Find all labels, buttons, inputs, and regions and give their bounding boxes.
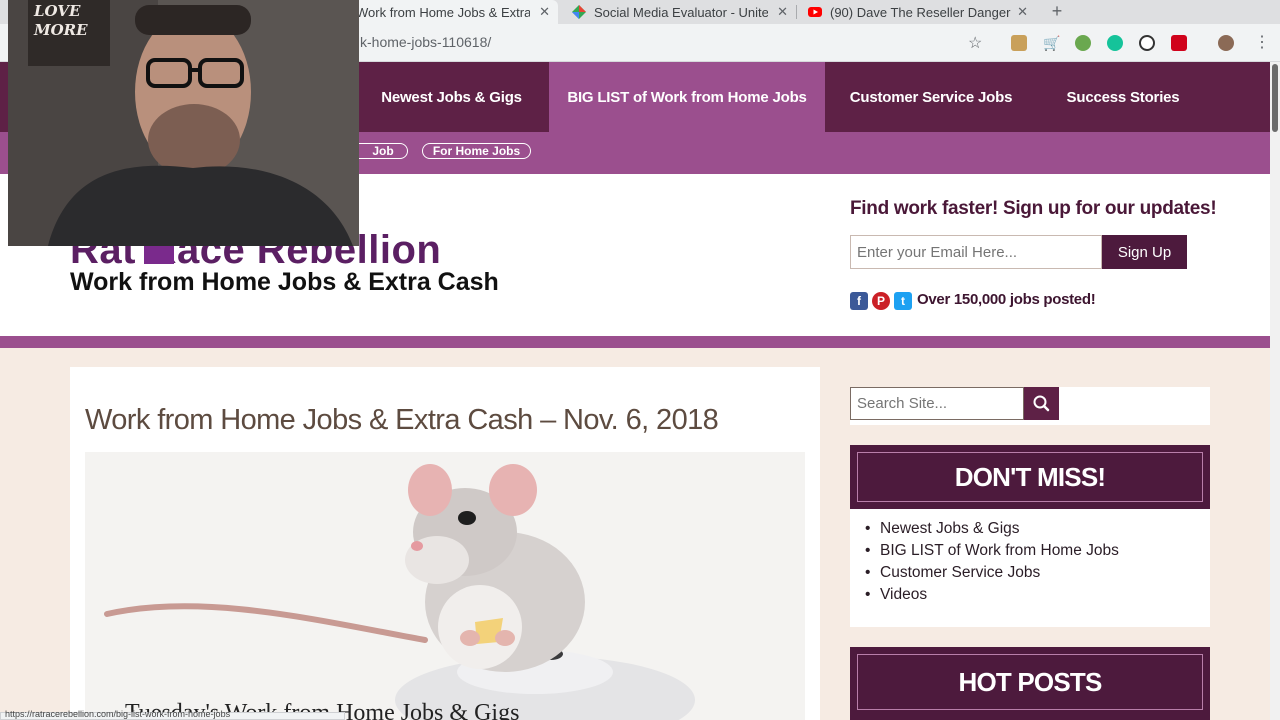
tab-title: Social Media Evaluator - United [594,4,768,20]
logo-square-icon [144,244,174,264]
box-extension-icon[interactable] [1011,35,1027,51]
puzzle-extension-icon[interactable] [1075,35,1091,51]
nav-success-stories[interactable]: Success Stories [1037,62,1209,132]
rat-on-mouse-illustration [85,452,805,720]
browser-tab-social-media[interactable]: Social Media Evaluator - United ✕ [566,0,796,24]
status-bar: https://ratracerebellion.com/big-list-wo… [0,709,345,720]
list-item-videos[interactable]: Videos [865,586,927,604]
search-input[interactable] [850,387,1024,420]
list-item-customer-service[interactable]: Customer Service Jobs [865,564,1040,582]
browser-menu-icon[interactable]: ⋮ [1254,32,1270,52]
pinterest-icon[interactable]: P [872,292,890,310]
nav-newest-jobs[interactable]: Newest Jobs & Gigs [355,62,548,132]
scrollbar-thumb[interactable] [1272,64,1278,132]
header-divider [0,336,1270,348]
webcam-overlay: LOVE MORE [8,0,359,246]
bookmark-star-icon[interactable]: ☆ [968,33,982,53]
webcam-sign-text: LOVE MORE [34,2,88,39]
twitter-icon[interactable]: t [894,292,912,310]
status-url: https://ratracerebellion.com/big-list-wo… [5,709,231,719]
close-icon[interactable]: ✕ [1017,4,1028,20]
url-field[interactable]: k-home-jobs-110618/ [360,34,491,50]
signup-heading: Find work faster! Sign up for our update… [850,198,1217,219]
hot-posts-widget-header: HOT POSTS [850,647,1210,720]
close-icon[interactable]: ✕ [539,4,550,20]
tab-divider [796,5,797,19]
facebook-icon[interactable]: f [850,292,868,310]
close-icon[interactable]: ✕ [777,4,788,20]
tab-title: Work from Home Jobs & Extra [356,4,530,20]
page-scrollbar[interactable] [1270,62,1280,720]
lastpass-extension-icon[interactable] [1171,35,1187,51]
browser-tab-youtube[interactable]: (90) Dave The Reseller Danger ✕ [804,0,1036,24]
jobs-posted-count: Over 150,000 jobs posted! [917,291,1096,308]
diamond-favicon-icon [572,5,586,19]
ghost-extension-icon[interactable] [1139,35,1155,51]
profile-avatar[interactable] [1218,35,1234,51]
dont-miss-list: Newest Jobs & Gigs BIG LIST of Work from… [850,509,1210,627]
email-field[interactable] [850,235,1102,269]
new-tab-button[interactable]: + [1048,0,1066,24]
search-icon [1033,395,1050,412]
post-title[interactable]: Work from Home Jobs & Extra Cash – Nov. … [85,404,719,437]
nav-big-list[interactable]: BIG LIST of Work from Home Jobs [549,62,825,132]
nav-customer-service-jobs[interactable]: Customer Service Jobs [826,62,1036,132]
search-button[interactable] [1024,387,1059,420]
youtube-favicon-icon [808,7,822,17]
grammarly-extension-icon[interactable] [1107,35,1123,51]
hot-posts-heading: HOT POSTS [857,654,1203,710]
post-hero-image [85,452,805,720]
logo-tagline[interactable]: Work from Home Jobs & Extra Cash [70,268,499,297]
signup-button[interactable]: Sign Up [1102,235,1187,269]
cart-extension-icon[interactable]: 🛒 [1043,35,1060,51]
dont-miss-heading: DON'T MISS! [857,452,1203,502]
list-item-newest-jobs[interactable]: Newest Jobs & Gigs [865,520,1020,538]
subnav-pill-home-jobs[interactable]: For Home Jobs [422,143,531,159]
dont-miss-widget-header: DON'T MISS! [850,445,1210,509]
list-item-big-list[interactable]: BIG LIST of Work from Home Jobs [865,542,1119,560]
tab-title: (90) Dave The Reseller Danger [830,4,1011,20]
